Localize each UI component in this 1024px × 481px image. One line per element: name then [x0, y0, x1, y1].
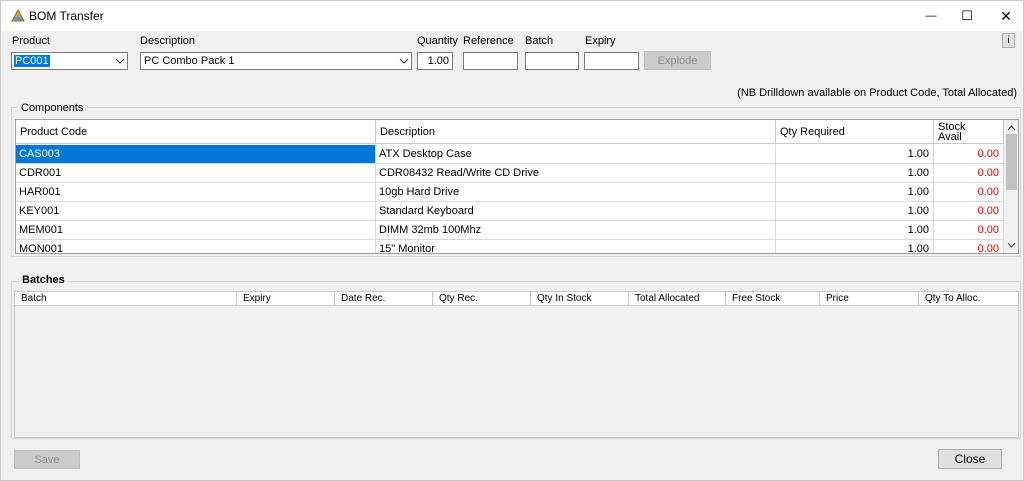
column-header-date-rec[interactable]: Date Rec.: [335, 292, 433, 306]
close-icon: ✕: [1000, 7, 1012, 24]
table-row[interactable]: MEM001 DIMM 32mb 100Mhz 1.00 0.00: [16, 221, 1004, 240]
cell-stock: 0.00: [934, 164, 1004, 183]
column-header-description[interactable]: Description: [376, 120, 776, 144]
cell-description: CDR08432 Read/Write CD Drive: [376, 164, 776, 183]
cell-description: ATX Desktop Case: [376, 145, 776, 164]
cell-qty: 1.00: [776, 221, 934, 240]
app-icon: [11, 9, 25, 22]
batches-title: Batches: [19, 274, 68, 286]
quantity-field[interactable]: 1.00: [417, 52, 453, 70]
reference-label: Reference: [463, 35, 514, 47]
cell-stock: 0.00: [934, 145, 1004, 164]
description-value: PC Combo Pack 1: [144, 55, 235, 67]
cell-code[interactable]: CAS003: [16, 145, 376, 164]
cell-code[interactable]: HAR001: [16, 183, 376, 202]
cell-stock: 0.00: [934, 221, 1004, 240]
product-value: PC001: [14, 55, 50, 67]
column-header-qty-to-alloc[interactable]: Qty To Alloc.: [919, 292, 1018, 306]
components-grid: Product Code Description Qty Required St…: [15, 119, 1019, 254]
save-button[interactable]: Save: [14, 450, 80, 469]
cell-description: DIMM 32mb 100Mhz: [376, 221, 776, 240]
cell-code[interactable]: MON001: [16, 240, 376, 253]
minimize-icon: —: [925, 10, 937, 22]
drilldown-note: (NB Drilldown available on Product Code,…: [737, 87, 1017, 99]
batch-label: Batch: [525, 35, 554, 47]
expiry-label: Expiry: [585, 35, 616, 47]
cell-stock: 0.00: [934, 183, 1004, 202]
bom-transfer-window: BOM Transfer — ☐ ✕ Product Description Q…: [0, 0, 1024, 481]
product-label: Product: [12, 35, 50, 47]
scroll-down-icon[interactable]: [1007, 242, 1016, 249]
cell-qty: 1.00: [776, 183, 934, 202]
cell-qty: 1.00: [776, 202, 934, 221]
table-row[interactable]: CDR001 CDR08432 Read/Write CD Drive 1.00 0.…: [16, 164, 1004, 183]
table-row[interactable]: HAR001 10gb Hard Drive 1.00 0.00: [16, 183, 1004, 202]
cell-qty: 1.00: [776, 164, 934, 183]
column-header-qty-rec[interactable]: Qty Rec.: [433, 292, 531, 306]
stock-avail-header-text: Stock Avail: [938, 121, 966, 143]
minimize-button[interactable]: —: [911, 1, 951, 31]
info-button[interactable]: i: [1002, 33, 1015, 48]
batch-field[interactable]: [525, 52, 579, 70]
cell-description: 10gb Hard Drive: [376, 183, 776, 202]
batches-header: Batch Expiry Date Rec. Qty Rec. Qty In S…: [15, 292, 1018, 306]
scroll-thumb[interactable]: [1006, 134, 1017, 190]
column-header-expiry[interactable]: Expiry: [237, 292, 335, 306]
cell-qty: 1.00: [776, 240, 934, 253]
column-header-price[interactable]: Price: [820, 292, 919, 306]
maximize-icon: ☐: [961, 8, 973, 23]
column-header-qty-required[interactable]: Qty Required: [776, 120, 934, 144]
cell-code[interactable]: MEM001: [16, 221, 376, 240]
column-header-free-stock[interactable]: Free Stock: [726, 292, 820, 306]
table-row[interactable]: CAS003 ATX Desktop Case 1.00 0.00: [16, 145, 1004, 164]
window-title: BOM Transfer: [29, 9, 104, 23]
column-header-qty-in-stock[interactable]: Qty In Stock: [531, 292, 629, 306]
column-header-stock-avail[interactable]: Stock Avail: [934, 120, 1004, 144]
cell-description: 15" Monitor: [376, 240, 776, 253]
quantity-label: Quantity: [417, 35, 458, 47]
close-button[interactable]: Close: [938, 449, 1002, 469]
scroll-up-icon[interactable]: [1007, 124, 1016, 131]
close-window-button[interactable]: ✕: [986, 1, 1024, 31]
expiry-field[interactable]: [584, 52, 639, 70]
cell-stock: 0.00: [934, 202, 1004, 221]
batches-grid: Batch Expiry Date Rec. Qty Rec. Qty In S…: [14, 291, 1019, 438]
chevron-down-icon: [399, 58, 409, 64]
description-select[interactable]: PC Combo Pack 1: [140, 52, 412, 70]
description-label: Description: [140, 35, 196, 47]
reference-field[interactable]: [463, 52, 518, 70]
product-select[interactable]: PC001: [11, 52, 128, 70]
components-scrollbar[interactable]: [1004, 120, 1018, 253]
cell-description: Standard Keyboard: [376, 202, 776, 221]
cell-code[interactable]: KEY001: [16, 202, 376, 221]
components-title: Components: [18, 102, 87, 114]
explode-button[interactable]: Explode: [644, 51, 711, 70]
cell-stock: 0.00: [934, 240, 1004, 253]
cell-code[interactable]: CDR001: [16, 164, 376, 183]
cell-qty: 1.00: [776, 145, 934, 164]
column-header-total-allocated[interactable]: Total Allocated: [629, 292, 726, 306]
column-header-batch[interactable]: Batch: [15, 292, 237, 306]
column-header-product-code[interactable]: Product Code: [16, 120, 376, 144]
table-row[interactable]: MON001 15" Monitor 1.00 0.00: [16, 240, 1004, 253]
title-bar: BOM Transfer — ☐ ✕: [1, 1, 1023, 31]
maximize-button[interactable]: ☐: [947, 1, 987, 31]
chevron-down-icon: [115, 58, 125, 64]
components-header: Product Code Description Qty Required St…: [16, 120, 1004, 144]
table-row[interactable]: KEY001 Standard Keyboard 1.00 0.00: [16, 202, 1004, 221]
